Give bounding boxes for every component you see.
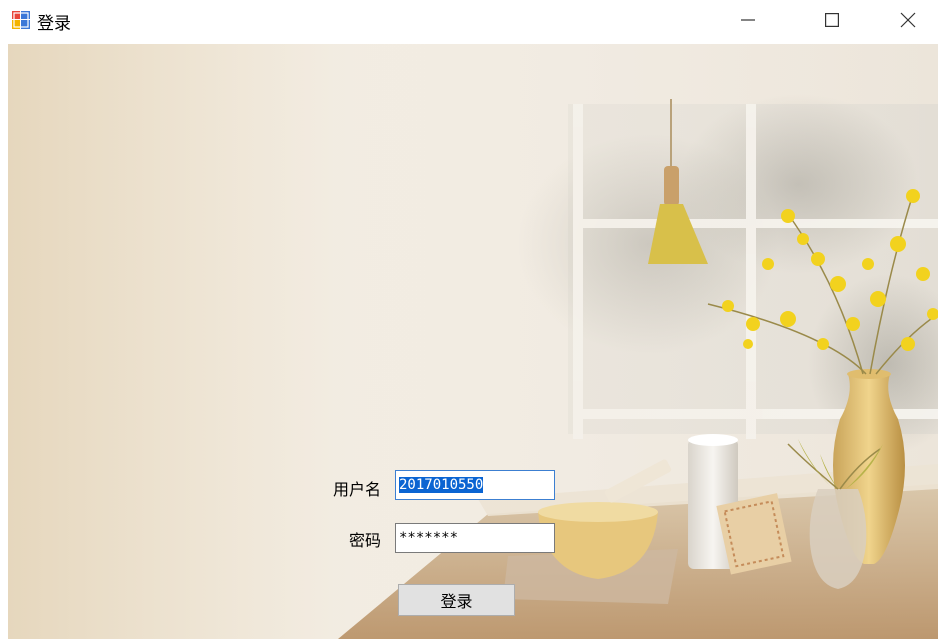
app-window-icon [12,11,30,29]
login-button[interactable]: 登录 [398,584,515,616]
username-label: 用户名 [332,480,381,499]
minimize-icon [741,19,755,21]
password-label: 密码 [348,531,381,550]
login-window-client: 用户名 2017010550 密码 ******* 登录 [8,44,938,639]
close-button[interactable] [878,0,938,40]
window-title: 登录 [37,14,71,34]
title-bar[interactable]: 登录 [0,0,938,44]
minimize-button[interactable] [718,0,778,40]
maximize-icon [825,13,839,27]
username-input[interactable]: 2017010550 [395,470,555,500]
close-icon [900,12,916,28]
password-input[interactable]: ******* [395,523,555,553]
maximize-button[interactable] [802,0,862,40]
username-input-value: 2017010550 [399,477,484,493]
password-input-value: ******* [399,530,459,546]
